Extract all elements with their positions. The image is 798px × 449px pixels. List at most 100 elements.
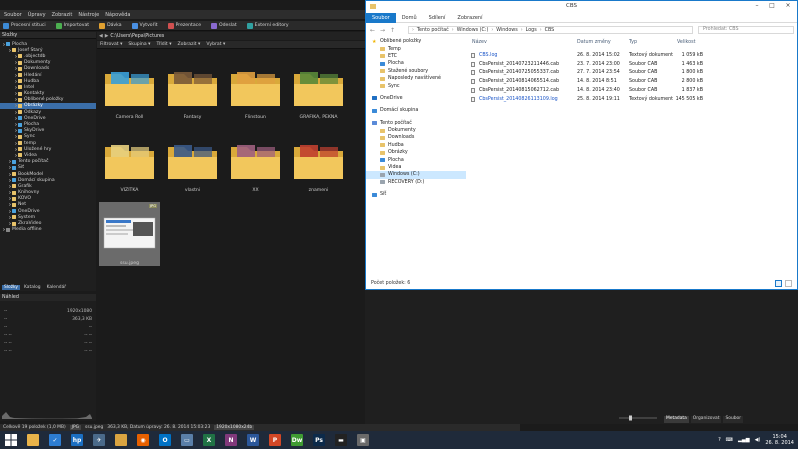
- powerpoint-app[interactable]: P: [264, 431, 286, 449]
- nav-item[interactable]: Obrázky: [366, 149, 466, 156]
- expand-icon[interactable]: [14, 61, 17, 65]
- word-app[interactable]: W: [242, 431, 264, 449]
- expand-icon[interactable]: [8, 203, 11, 207]
- details-view-button[interactable]: [775, 280, 782, 287]
- toolbar-button[interactable]: Procesní stituci: [3, 22, 52, 29]
- expand-icon[interactable]: [8, 191, 11, 195]
- breadcrumb-item[interactable]: CBS: [545, 28, 555, 33]
- right-pane-tab[interactable]: Metadata: [664, 416, 689, 423]
- nav-item[interactable]: Naposledy navštívené: [366, 75, 466, 82]
- up-icon[interactable]: ↑: [389, 27, 396, 34]
- nav-item[interactable]: ETC: [366, 53, 466, 60]
- expand-icon[interactable]: [14, 73, 17, 77]
- toolbar-button[interactable]: Externí editory: [246, 22, 295, 29]
- filter-dropdown[interactable]: Zobrazit ▾: [178, 42, 201, 47]
- expand-icon[interactable]: [14, 147, 17, 151]
- nav-item[interactable]: Downloads: [366, 134, 466, 141]
- expand-icon[interactable]: [14, 123, 17, 127]
- filter-dropdown[interactable]: Vybrat ▾: [206, 42, 225, 47]
- column-date[interactable]: Datum změny: [577, 40, 611, 45]
- nav-item[interactable]: ★ Oblíbené položky: [366, 38, 466, 45]
- ribbon-tab[interactable]: Soubor: [366, 12, 396, 23]
- start-button[interactable]: [0, 431, 22, 449]
- expand-icon[interactable]: [8, 160, 11, 164]
- expand-icon[interactable]: [14, 67, 17, 71]
- back-icon[interactable]: ←: [369, 27, 376, 34]
- viewer-address-bar[interactable]: ◀ ▶ C:\Users\Pepa\Pictures: [97, 32, 365, 40]
- expand-icon[interactable]: [14, 141, 17, 145]
- expand-icon[interactable]: [8, 178, 11, 182]
- ribbon-tab[interactable]: Sdílení: [423, 13, 452, 23]
- file-row[interactable]: CbsPersist_20140814065514.cab 14. 8. 2014…: [468, 79, 797, 87]
- expand-icon[interactable]: [14, 54, 17, 58]
- file-row[interactable]: CBS.log 26. 8. 2014 15:02 Textový dokument…: [468, 53, 797, 61]
- breadcrumb-item[interactable]: Windows: [496, 28, 517, 33]
- expand-icon[interactable]: [14, 92, 17, 96]
- excel-app[interactable]: X: [198, 431, 220, 449]
- dreamweaver-app[interactable]: Dw: [286, 431, 308, 449]
- thumbnail[interactable]: Camera Roll: [99, 56, 160, 120]
- outlook-app[interactable]: O: [154, 431, 176, 449]
- nav-item[interactable]: Videa: [366, 164, 466, 171]
- maximize-icon[interactable]: □: [766, 2, 778, 10]
- expand-icon[interactable]: [14, 110, 17, 114]
- nav-item[interactable]: Plocha: [366, 156, 466, 163]
- nav-item[interactable]: Temp: [366, 45, 466, 52]
- nav-item[interactable]: Dokumenty: [366, 127, 466, 134]
- pane-tab[interactable]: Složky: [2, 284, 20, 290]
- ribbon-tab[interactable]: Zobrazení: [451, 13, 488, 23]
- right-pane-tab[interactable]: Soubor: [723, 416, 744, 423]
- filter-dropdown[interactable]: Filtrovat ▾: [100, 42, 122, 47]
- pane-tab[interactable]: Kalendář: [45, 285, 68, 290]
- viewer-app[interactable]: ▣: [352, 431, 374, 449]
- nav-item[interactable]: Windows (C:): [366, 171, 466, 179]
- expand-icon[interactable]: [2, 42, 5, 46]
- toolbar-button[interactable]: Importovat: [55, 22, 95, 29]
- photoshop-app[interactable]: Ps: [308, 431, 330, 449]
- toolbar-button[interactable]: Vytvořit: [131, 22, 164, 29]
- explorer-address-bar[interactable]: › Tento počítač › Windows (C:) › Windows › Logs…: [408, 26, 693, 34]
- thumbnail[interactable]: Flinstoun: [225, 56, 286, 120]
- nav-item[interactable]: Hudba: [366, 142, 466, 149]
- menu-item[interactable]: Úpravy: [28, 12, 46, 18]
- nav-item[interactable]: Stažené soubory: [366, 68, 466, 75]
- toolbar-button[interactable]: Odeslat: [211, 22, 243, 29]
- expand-icon[interactable]: [8, 222, 11, 226]
- airplane-app[interactable]: ✈: [88, 431, 110, 449]
- nav-item[interactable]: Síť: [366, 191, 466, 198]
- hp-app[interactable]: hp: [66, 431, 88, 449]
- nav-item[interactable]: RECOVERY (D:): [366, 179, 466, 186]
- breadcrumb-item[interactable]: Logs: [526, 28, 537, 33]
- expand-icon[interactable]: [14, 79, 17, 83]
- pane-tab[interactable]: Katalog: [22, 285, 43, 290]
- close-icon[interactable]: ×: [782, 2, 794, 10]
- expand-icon[interactable]: [14, 98, 17, 102]
- thumbnail[interactable]: Fantasy: [162, 56, 223, 120]
- keyboard-icon[interactable]: ⌨: [726, 437, 733, 443]
- expand-icon[interactable]: [14, 129, 17, 133]
- thumbnail[interactable]: znameni: [288, 129, 349, 193]
- column-size[interactable]: Velikost: [677, 40, 695, 45]
- thumbnail[interactable]: JPG ssu.jpeg: [99, 202, 160, 266]
- forward-icon[interactable]: ▶: [105, 34, 109, 39]
- file-row[interactable]: CbsPersist_20140723211446.cab 23. 7. 2014…: [468, 61, 797, 70]
- tiles-view-button[interactable]: [785, 280, 792, 287]
- network-icon[interactable]: ▂▄▆: [738, 437, 750, 443]
- nav-item[interactable]: Domácí skupina: [366, 107, 466, 114]
- minimize-icon[interactable]: –: [751, 2, 763, 10]
- remote-app[interactable]: ▭: [176, 431, 198, 449]
- cmd-app[interactable]: ▬: [330, 431, 352, 449]
- thumbnail[interactable]: vlastni: [162, 129, 223, 193]
- forward-icon[interactable]: →: [379, 27, 386, 34]
- expand-icon[interactable]: [14, 135, 17, 139]
- expand-icon[interactable]: [2, 228, 5, 232]
- thumbnail[interactable]: XX: [225, 129, 286, 193]
- expand-icon[interactable]: [8, 166, 11, 170]
- expand-icon[interactable]: [8, 184, 11, 188]
- file-row[interactable]: CbsPersist_20140826113109.log 25. 8. 2014…: [468, 96, 797, 105]
- menu-item[interactable]: Nástroje: [78, 12, 99, 18]
- breadcrumb-item[interactable]: Windows (C:): [457, 28, 489, 33]
- nav-item[interactable]: OneDrive: [366, 95, 466, 102]
- checkmark-app[interactable]: ✓: [44, 431, 66, 449]
- column-name[interactable]: Název: [472, 40, 487, 45]
